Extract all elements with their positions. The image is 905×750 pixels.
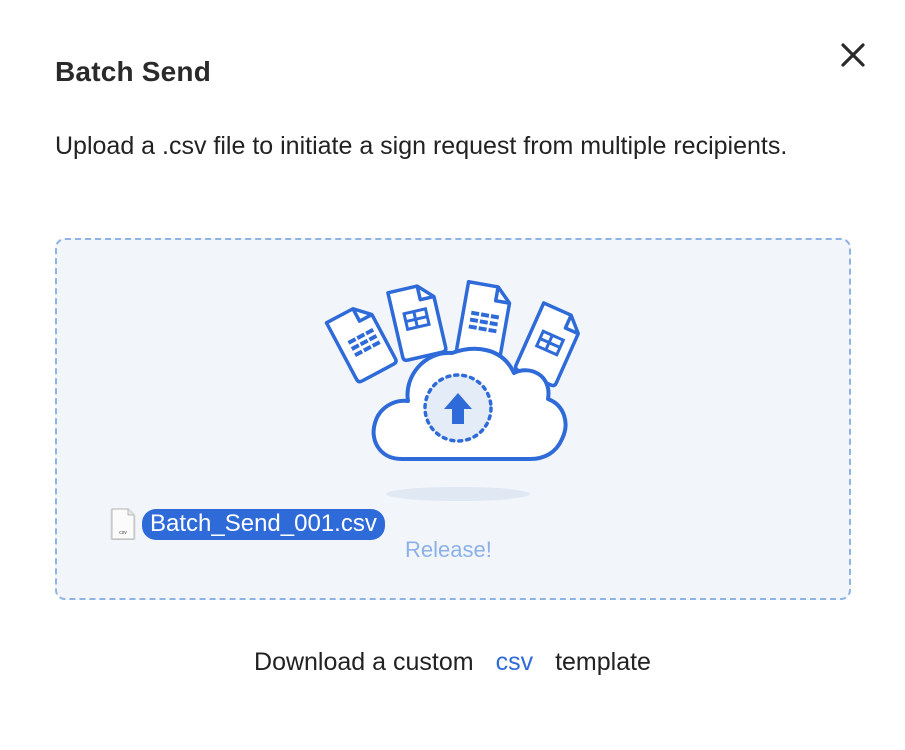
close-icon [841, 43, 865, 67]
dragged-file[interactable]: csv Batch_Send_001.csv [110, 508, 385, 540]
modal-title: Batch Send [55, 56, 212, 87]
close-button[interactable] [836, 38, 870, 72]
modal-description: Upload a .csv file to initiate a sign re… [55, 132, 788, 160]
csv-template-link[interactable]: csv [496, 648, 534, 677]
cloud-upload-icon [324, 279, 580, 501]
release-label: Release! [405, 537, 492, 562]
csv-file-icon: csv [111, 508, 135, 540]
dragged-file-name: Batch_Send_001.csv [142, 508, 385, 540]
download-template-row: Download a custom csv template [0, 648, 905, 677]
download-suffix: template [555, 648, 651, 676]
file-icon-label: csv [119, 530, 127, 536]
download-prefix: Download a custom [254, 648, 474, 676]
